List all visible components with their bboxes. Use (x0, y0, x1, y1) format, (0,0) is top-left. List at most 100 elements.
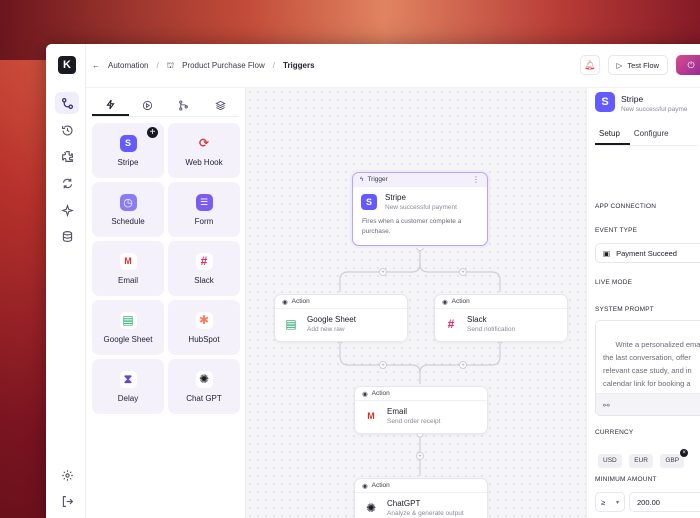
node-subtitle: Send order receipt (387, 418, 441, 425)
slack-icon: # (195, 252, 213, 270)
currency-chip-usd[interactable]: USD (598, 453, 622, 468)
stripe-icon: S (595, 92, 615, 112)
node-description-line: Fires when a customer complete a (362, 218, 462, 225)
palette-item-form[interactable]: ☰ Form (168, 182, 240, 237)
tab-triggers[interactable] (92, 94, 129, 116)
config-panel: S Stripe New successful payme Setup Conf… (586, 88, 700, 518)
tab-actions[interactable] (129, 94, 166, 116)
remove-icon[interactable]: × (680, 448, 689, 457)
breadcrumb-automation[interactable]: Automation (108, 61, 148, 70)
back-arrow-icon[interactable]: ← (92, 61, 100, 70)
palette-tabs (92, 94, 239, 117)
node-palette: S Stripe + ⟳ Web Hook ◷ Schedule ☰ Form … (86, 88, 246, 518)
chip-label: EUR (634, 457, 648, 464)
system-prompt-textarea[interactable]: Write a personalized email the last conv… (595, 320, 700, 416)
breadcrumb: ← Automation / ⛫ Product Purchase Flow /… (92, 61, 315, 71)
stripe-icon: S (361, 194, 377, 210)
panel-tabs: Setup Configure (595, 123, 698, 146)
panel-subtitle: New successful payme (621, 106, 688, 113)
minimum-amount-value: 200.00 (637, 497, 660, 507)
chip-label: USD (603, 457, 617, 464)
palette-item-label: Form (194, 216, 214, 226)
palette-item-label: Slack (194, 275, 214, 285)
operator-select[interactable]: ≥ ▾ (595, 492, 625, 512)
svg-text:+: + (418, 454, 422, 460)
minimum-amount-label: MINIMUM AMOUNT (595, 476, 657, 483)
app-window: K ← Automation / ⛫ Product Purchase Flow… (46, 44, 700, 518)
node-header: ◉ Action (355, 387, 487, 401)
palette-item-hubspot[interactable]: ✱ HubSpot (168, 300, 240, 355)
palette-item-label: Email (117, 275, 138, 285)
action-node-chatgpt[interactable]: ◉ Action ✺ ChatGPT Analyze & generate ou… (354, 478, 488, 518)
action-dot-icon: ◉ (282, 298, 288, 306)
test-flow-button[interactable]: ▷ Test Flow (607, 55, 668, 75)
palette-item-label: Chat GPT (186, 393, 222, 403)
palette-item-email[interactable]: M Email (92, 241, 164, 296)
panel-header: S Stripe New successful payme (587, 88, 700, 117)
svg-text:+: + (381, 363, 385, 369)
svg-text:+: + (461, 270, 465, 276)
test-flow-label: Test Flow (627, 60, 659, 70)
hourglass-icon: ⧗ (119, 370, 137, 388)
palette-item-delay[interactable]: ⧗ Delay (92, 359, 164, 414)
link-icon[interactable]: ⚯ (603, 399, 610, 412)
palette-item-slack[interactable]: # Slack (168, 241, 240, 296)
node-header: ◉ Action (435, 295, 567, 309)
system-prompt-label: SYSTEM PROMPT (595, 306, 654, 313)
breadcrumb-flow[interactable]: Product Purchase Flow (182, 61, 265, 70)
google-sheet-icon: ▤ (119, 311, 137, 329)
workflow-icon[interactable] (55, 92, 79, 114)
event-type-select[interactable]: ▣ Payment Succeed (595, 243, 700, 263)
node-description: Fires when a customer complete a purchas… (353, 217, 487, 243)
palette-item-label: Delay (117, 393, 139, 403)
card-icon: ▣ (603, 248, 611, 258)
power-button[interactable]: ⏻ (676, 55, 700, 75)
notification-bell-icon[interactable]: 🔔︎ (579, 55, 600, 75)
logout-icon[interactable] (55, 490, 79, 512)
top-header: ← Automation / ⛫ Product Purchase Flow /… (86, 44, 700, 88)
tab-logic[interactable] (166, 94, 203, 116)
integrations-icon[interactable] (55, 145, 79, 167)
sparkle-icon[interactable] (55, 199, 79, 221)
breadcrumb-current: Triggers (283, 61, 315, 70)
flow-canvas[interactable]: + + + + + ϟ Trigger ⋮ S Stripe New success… (246, 88, 586, 518)
add-icon[interactable]: + (147, 127, 158, 138)
event-type-label: EVENT TYPE (595, 227, 638, 234)
history-icon[interactable] (55, 119, 79, 141)
tab-setup[interactable]: Setup (595, 123, 630, 145)
more-options-icon[interactable]: ⋮ (472, 175, 480, 184)
chatgpt-icon: ✺ (363, 500, 379, 516)
palette-item-stripe[interactable]: S Stripe + (92, 123, 164, 178)
minimum-amount-input[interactable]: 200.00 (629, 492, 700, 512)
currency-chip-gbp[interactable]: GBP × (660, 448, 689, 468)
sync-icon[interactable] (55, 172, 79, 194)
palette-item-webhook[interactable]: ⟳ Web Hook (168, 123, 240, 178)
slack-icon: # (443, 316, 459, 332)
database-icon[interactable] (55, 225, 79, 247)
play-icon: ▷ (616, 60, 623, 70)
palette-item-label: Web Hook (185, 157, 223, 167)
branch-icon (179, 99, 189, 111)
google-sheet-icon: ▤ (283, 316, 299, 332)
action-node-email[interactable]: ◉ Action M Email Send order receipt (354, 386, 488, 434)
hubspot-icon: ✱ (195, 311, 213, 329)
node-subtitle: Send notification (467, 326, 516, 333)
palette-item-google-sheet[interactable]: ▤ Google Sheet (92, 300, 164, 355)
node-description-line: purchase. (362, 228, 391, 235)
trigger-node[interactable]: ϟ Trigger ⋮ S Stripe New successful paym… (352, 172, 488, 246)
palette-item-chatgpt[interactable]: ✺ Chat GPT (168, 359, 240, 414)
svg-text:+: + (461, 363, 465, 369)
action-node-slack[interactable]: ◉ Action # Slack Send notification (434, 294, 568, 342)
currency-chip-eur[interactable]: EUR (629, 453, 653, 468)
action-badge: Action (451, 298, 470, 305)
node-subtitle: New successful payment (385, 204, 457, 211)
action-badge: Action (371, 390, 390, 397)
action-dot-icon: ◉ (362, 390, 368, 398)
tab-configure[interactable]: Configure (630, 123, 679, 145)
panel-title: Stripe (621, 94, 644, 104)
settings-icon[interactable] (55, 464, 79, 486)
node-header: ◉ Action (275, 295, 407, 309)
action-node-google-sheet[interactable]: ◉ Action ▤ Google Sheet Add new raw (274, 294, 408, 342)
tab-layers[interactable] (202, 94, 239, 116)
palette-item-schedule[interactable]: ◷ Schedule (92, 182, 164, 237)
